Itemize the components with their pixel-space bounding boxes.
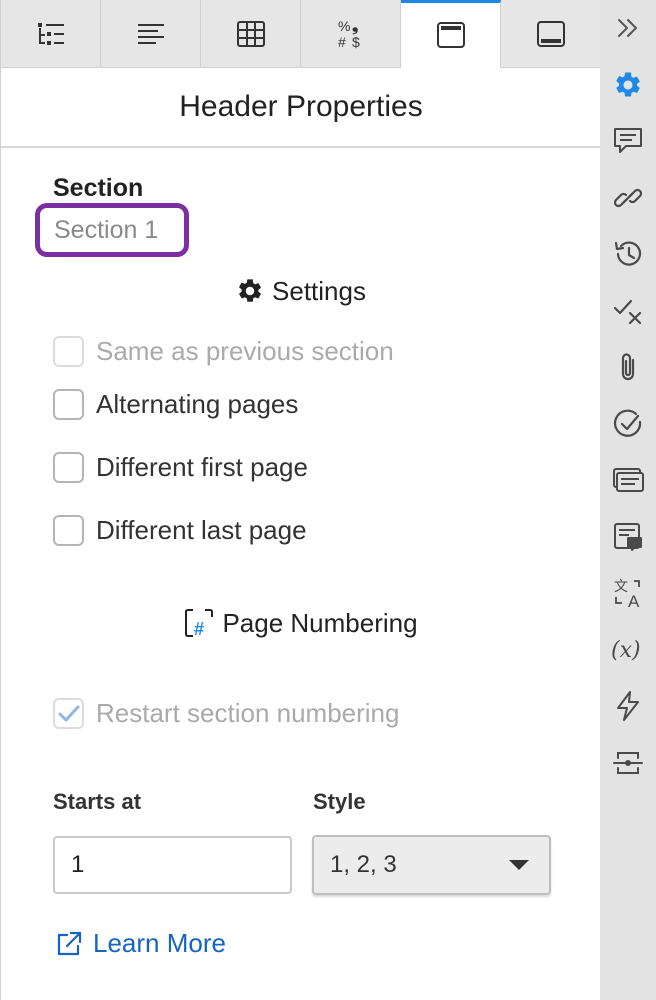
sidebar-review-button[interactable]: [600, 509, 656, 566]
sidebar-links-button[interactable]: [600, 170, 656, 227]
page-numbering-heading: # Page Numbering: [1, 604, 601, 642]
settings-heading: Settings: [1, 272, 601, 310]
comment-icon: [614, 128, 642, 154]
tab-header[interactable]: [401, 0, 501, 68]
chevron-down-icon: [509, 860, 529, 870]
learn-more-link[interactable]: Learn More: [55, 928, 226, 959]
restart-numbering-option: Restart section numbering: [53, 698, 399, 729]
alternating-pages-option[interactable]: Alternating pages: [53, 389, 298, 420]
section-value: Section 1: [35, 203, 189, 257]
number-format-icon: % ❟ # $: [338, 18, 360, 50]
restart-numbering-label: Restart section numbering: [96, 698, 400, 728]
restart-numbering-checkbox: [53, 698, 84, 729]
same-as-previous-label: Same as previous section: [96, 336, 394, 366]
different-first-page-checkbox[interactable]: [53, 452, 84, 483]
sidebar-checks-button[interactable]: [600, 396, 656, 453]
sidebar-track-changes-button[interactable]: [600, 283, 656, 340]
table-grid-icon: [236, 20, 265, 47]
sidebar-translate-button[interactable]: 文 A: [600, 565, 656, 622]
footer-icon: [537, 20, 565, 47]
sidebar-comments-button[interactable]: [600, 113, 656, 170]
different-first-page-label[interactable]: Different first page: [96, 452, 308, 483]
different-last-page-label[interactable]: Different last page: [96, 515, 307, 546]
sidebar-collapse-button[interactable]: [600, 0, 656, 57]
starts-at-input[interactable]: [53, 836, 292, 894]
accept-reject-icon: [613, 299, 642, 324]
learn-more-label[interactable]: Learn More: [93, 928, 226, 959]
history-icon: [614, 241, 642, 266]
sidebar-variables-button[interactable]: (x): [600, 622, 656, 679]
svg-text:文: 文: [614, 579, 628, 595]
svg-text:A: A: [628, 592, 640, 609]
tab-paragraph[interactable]: [101, 0, 201, 68]
variable-icon: (x): [611, 638, 641, 663]
fields-icon: [613, 468, 644, 493]
sidebar-history-button[interactable]: [600, 226, 656, 283]
properties-tab-bar: % ❟ # $: [1, 0, 601, 68]
different-last-page-checkbox[interactable]: [53, 515, 84, 546]
same-as-previous-option: Same as previous section: [53, 336, 394, 367]
svg-text:$: $: [352, 34, 360, 50]
header-icon: [436, 22, 465, 48]
paragraph-align-icon: [137, 23, 164, 44]
split-icon: [613, 751, 643, 774]
lightning-icon: [617, 691, 639, 722]
page-numbering-heading-label: Page Numbering: [222, 607, 418, 638]
gear-icon: [239, 279, 261, 302]
same-as-previous-checkbox: [53, 336, 84, 367]
right-sidebar: 文 A (x): [600, 0, 656, 1000]
page-number-icon: #: [185, 609, 214, 638]
link-icon: [614, 188, 642, 207]
checkmark-icon: [58, 705, 79, 721]
section-label: Section: [53, 174, 144, 202]
different-first-page-option[interactable]: Different first page: [53, 452, 308, 483]
svg-text:#: #: [338, 34, 346, 50]
outline-list-icon: [37, 22, 64, 45]
settings-heading-label: Settings: [272, 275, 366, 306]
gear-icon: [616, 72, 640, 97]
alternating-pages-label[interactable]: Alternating pages: [96, 389, 298, 420]
tab-table[interactable]: [201, 0, 301, 68]
tab-footer[interactable]: [501, 0, 601, 68]
check-circle-icon: [613, 409, 642, 437]
svg-text:(x): (x): [611, 638, 641, 663]
sidebar-properties-button[interactable]: [600, 57, 656, 114]
svg-text:%: %: [338, 18, 350, 34]
style-select[interactable]: 1, 2, 3: [312, 835, 551, 895]
sidebar-split-button[interactable]: [600, 735, 656, 792]
attachment-icon: [621, 353, 635, 381]
sidebar-actions-button[interactable]: [600, 678, 656, 735]
alternating-pages-checkbox[interactable]: [53, 389, 84, 420]
tab-outline[interactable]: [1, 0, 101, 68]
header-properties-panel: % ❟ # $ Header Properties Section Sectio…: [0, 0, 601, 1000]
different-last-page-option[interactable]: Different last page: [53, 515, 307, 546]
collapse-icon: [618, 19, 637, 38]
style-select-value: 1, 2, 3: [330, 851, 397, 878]
sidebar-fields-button[interactable]: [600, 452, 656, 509]
starts-at-label: Starts at: [53, 789, 142, 814]
external-link-icon: [57, 931, 82, 955]
panel-title: Header Properties: [1, 68, 601, 148]
style-label: Style: [313, 789, 366, 814]
translate-icon: 文 A: [614, 579, 640, 609]
svg-text:#: #: [194, 619, 204, 638]
review-icon: [614, 522, 642, 551]
sidebar-attachments-button[interactable]: [600, 339, 656, 396]
tab-number-format[interactable]: % ❟ # $: [301, 0, 401, 68]
